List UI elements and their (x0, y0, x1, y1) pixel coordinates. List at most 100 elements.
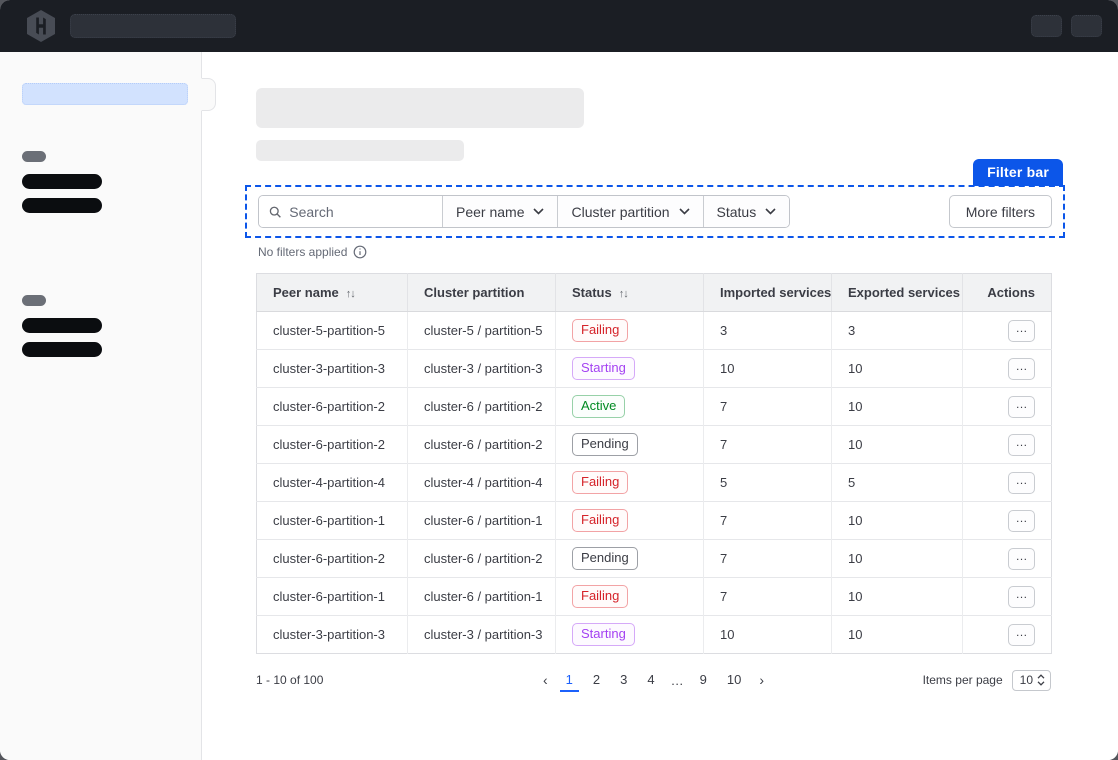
page-subtitle-skeleton (256, 140, 464, 161)
table-row: cluster-6-partition-2 cluster-6 / partit… (257, 426, 1052, 464)
cell-actions: … (963, 616, 1052, 654)
cell-imported-services: 7 (704, 540, 832, 578)
cell-actions: … (963, 350, 1052, 388)
cell-exported-services: 10 (832, 616, 963, 654)
cell-actions: … (963, 578, 1052, 616)
sidebar-item-skeleton (22, 174, 102, 189)
cell-imported-services: 10 (704, 350, 832, 388)
cell-exported-services: 3 (832, 312, 963, 350)
table-row: cluster-3-partition-3 cluster-3 / partit… (257, 350, 1052, 388)
cell-cluster-partition: cluster-6 / partition-1 (408, 502, 556, 540)
cell-peer-name: cluster-4-partition-4 (257, 464, 408, 502)
peer-name-filter-dropdown[interactable]: Peer name (442, 196, 557, 227)
column-header-status[interactable]: Status↑↓ (556, 274, 704, 312)
column-header-imported-services: Imported services (704, 274, 832, 312)
chevron-down-icon (533, 208, 544, 215)
filter-bar: Peer name Cluster partition Status More … (245, 185, 1065, 238)
chevron-down-icon (679, 208, 690, 215)
status-badge: Active (572, 395, 625, 418)
column-header-exported-services: Exported services (832, 274, 963, 312)
filter-bar-annotation-label: Filter bar (973, 159, 1063, 186)
cell-imported-services: 3 (704, 312, 832, 350)
row-actions-button[interactable]: … (1008, 434, 1035, 456)
sidebar-item-skeleton (22, 342, 102, 357)
cell-imported-services: 7 (704, 426, 832, 464)
table-row: cluster-6-partition-2 cluster-6 / partit… (257, 388, 1052, 426)
page-number-10[interactable]: 10 (721, 669, 747, 692)
table-row: cluster-6-partition-1 cluster-6 / partit… (257, 502, 1052, 540)
more-filters-button[interactable]: More filters (949, 195, 1052, 228)
dropdown-label: Peer name (456, 204, 524, 220)
page-number-4[interactable]: 4 (641, 669, 660, 692)
page-number-9[interactable]: 9 (694, 669, 713, 692)
search-icon (269, 205, 281, 219)
status-badge: Pending (572, 547, 638, 570)
cell-status: Failing (556, 464, 704, 502)
items-per-page-label: Items per page (923, 673, 1003, 687)
search-field[interactable] (259, 196, 442, 227)
row-actions-button[interactable]: … (1008, 624, 1035, 646)
items-per-page-select[interactable]: 10 (1012, 670, 1051, 691)
table-header-row: Peer name↑↓ Cluster partition Status↑↓ I… (257, 274, 1052, 312)
cell-peer-name: cluster-6-partition-1 (257, 578, 408, 616)
filter-segmented-control: Peer name Cluster partition Status (258, 195, 790, 228)
sidebar-collapse-handle[interactable] (201, 78, 216, 111)
row-actions-button[interactable]: … (1008, 358, 1035, 380)
cell-exported-services: 10 (832, 350, 963, 388)
chevron-left-icon[interactable]: ‹ (539, 672, 552, 688)
status-badge: Starting (572, 357, 635, 380)
row-actions-button[interactable]: … (1008, 510, 1035, 532)
row-actions-button[interactable]: … (1008, 320, 1035, 342)
navbar-action-skeleton (1031, 15, 1062, 37)
cell-status: Pending (556, 426, 704, 464)
status-filter-dropdown[interactable]: Status (703, 196, 790, 227)
cell-imported-services: 7 (704, 502, 832, 540)
page-number-2[interactable]: 2 (587, 669, 606, 692)
status-badge: Failing (572, 471, 628, 494)
cell-cluster-partition: cluster-4 / partition-4 (408, 464, 556, 502)
row-actions-button[interactable]: … (1008, 548, 1035, 570)
cell-cluster-partition: cluster-6 / partition-2 (408, 388, 556, 426)
main-content: Filter bar Peer name (202, 52, 1118, 760)
info-icon[interactable] (353, 245, 367, 259)
search-input[interactable] (289, 204, 432, 220)
row-actions-button[interactable]: … (1008, 396, 1035, 418)
cell-imported-services: 5 (704, 464, 832, 502)
sort-icon[interactable]: ↑↓ (346, 288, 355, 300)
filter-bar-annotation: Filter bar Peer name (245, 185, 1065, 238)
navbar-search-skeleton (70, 14, 236, 38)
sort-icon[interactable]: ↑↓ (619, 288, 628, 300)
cell-peer-name: cluster-6-partition-2 (257, 426, 408, 464)
chevron-right-icon[interactable]: › (755, 672, 768, 688)
status-badge: Failing (572, 509, 628, 532)
cell-actions: … (963, 312, 1052, 350)
cell-status: Failing (556, 578, 704, 616)
app-window: Filter bar Peer name (0, 0, 1118, 760)
row-actions-button[interactable]: … (1008, 586, 1035, 608)
column-header-peer-name[interactable]: Peer name↑↓ (257, 274, 408, 312)
status-badge: Starting (572, 623, 635, 646)
applied-filters-status: No filters applied (258, 245, 1118, 259)
page-ellipsis: … (669, 670, 686, 691)
cluster-partition-filter-dropdown[interactable]: Cluster partition (557, 196, 702, 227)
pagination-bar: 1 - 10 of 100 ‹ 1234…910 › Items per pag… (256, 667, 1051, 693)
chevron-down-icon (765, 208, 776, 215)
cell-peer-name: cluster-5-partition-5 (257, 312, 408, 350)
cell-exported-services: 10 (832, 388, 963, 426)
cell-peer-name: cluster-6-partition-2 (257, 388, 408, 426)
sidebar (0, 52, 202, 760)
cell-status: Starting (556, 616, 704, 654)
page-number-3[interactable]: 3 (614, 669, 633, 692)
cell-imported-services: 10 (704, 616, 832, 654)
cell-cluster-partition: cluster-3 / partition-3 (408, 350, 556, 388)
status-badge: Pending (572, 433, 638, 456)
hashicorp-logo-icon (24, 9, 58, 43)
cell-peer-name: cluster-3-partition-3 (257, 350, 408, 388)
items-per-page-value: 10 (1020, 673, 1033, 687)
cell-actions: … (963, 388, 1052, 426)
page-number-1[interactable]: 1 (560, 669, 579, 692)
table-row: cluster-3-partition-3 cluster-3 / partit… (257, 616, 1052, 654)
row-actions-button[interactable]: … (1008, 472, 1035, 494)
cell-peer-name: cluster-6-partition-1 (257, 502, 408, 540)
sidebar-active-item-skeleton (22, 83, 188, 105)
